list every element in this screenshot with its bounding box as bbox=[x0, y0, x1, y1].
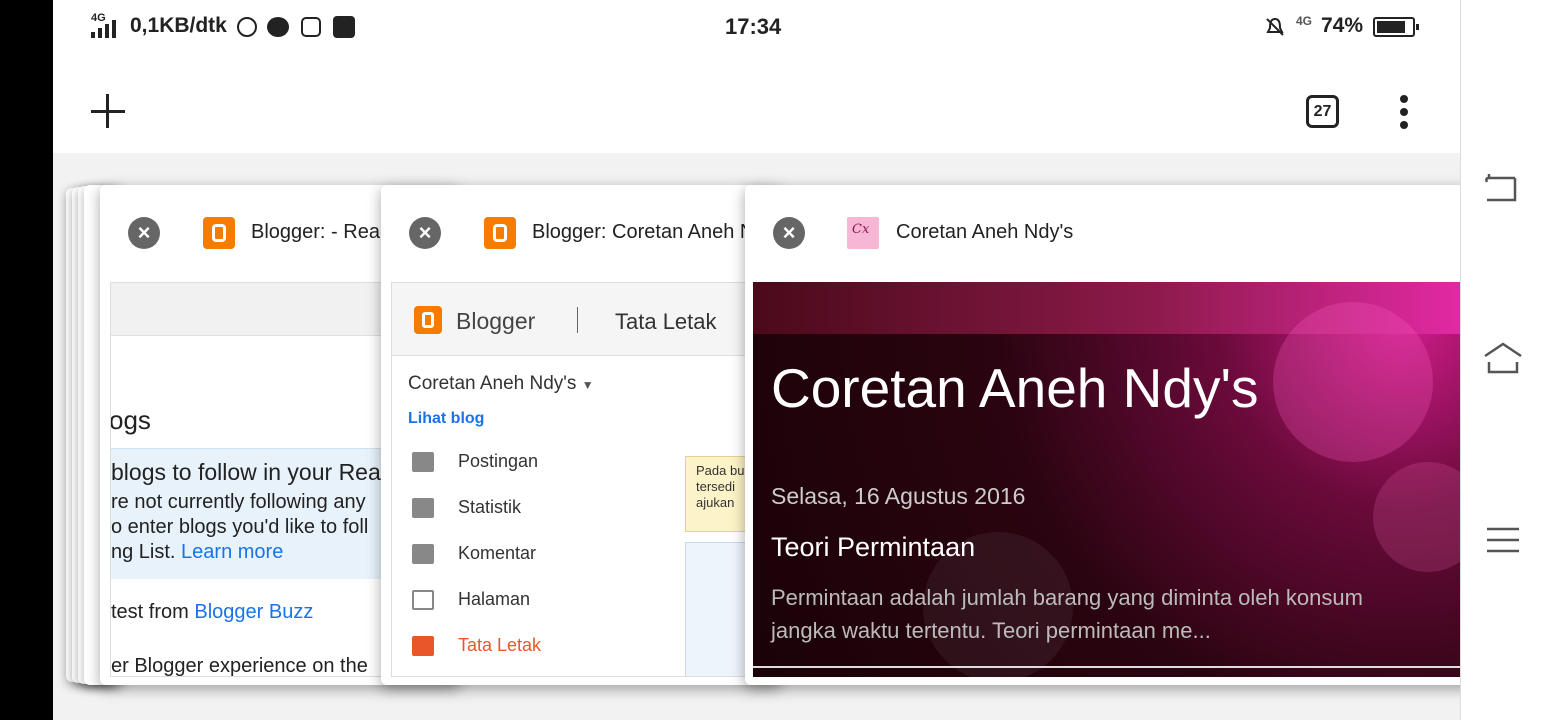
view-blog-link[interactable]: Lihat blog bbox=[408, 410, 484, 428]
navigation-bar bbox=[1460, 0, 1544, 720]
post-date: Selasa, 16 Agustus 2016 bbox=[771, 483, 1026, 509]
tab-preview: Coretan Aneh Ndy's Selasa, 16 Agustus 20… bbox=[753, 282, 1460, 677]
tab-header: × Blogger: Coretan Aneh N bbox=[381, 185, 781, 280]
tab-count-button[interactable]: 27 bbox=[1306, 95, 1339, 128]
close-tab-button[interactable]: × bbox=[128, 217, 160, 249]
blogger-logo-icon bbox=[414, 306, 442, 334]
blogger-buzz-link[interactable]: Blogger Buzz bbox=[194, 601, 313, 623]
blog-title[interactable]: Coretan Aneh Ndy's bbox=[771, 356, 1258, 420]
blog-selector[interactable]: Coretan Aneh Ndy's ▼ bbox=[408, 373, 594, 395]
new-tab-button[interactable] bbox=[91, 94, 127, 130]
tab-card[interactable]: × Blogger: Coretan Aneh N Blogger Tata L… bbox=[381, 185, 781, 685]
bell-off-icon bbox=[1265, 17, 1285, 37]
mail-icon bbox=[333, 16, 355, 38]
line-icon bbox=[267, 17, 289, 37]
comments-icon bbox=[412, 544, 434, 564]
tab-title: Blogger: - Reac bbox=[251, 221, 390, 243]
heading: ogs bbox=[110, 405, 151, 435]
battery-icon bbox=[1373, 17, 1419, 37]
blogger-header: Blogger Tata Letak bbox=[392, 283, 780, 356]
close-tab-button[interactable]: × bbox=[409, 217, 441, 249]
whatsapp-icon bbox=[237, 17, 257, 37]
stats-icon bbox=[412, 498, 434, 518]
blog-favicon-icon: Cx bbox=[847, 217, 879, 249]
tab-preview: Blogger Tata Letak Coretan Aneh Ndy's ▼ … bbox=[391, 282, 781, 677]
signal-icon: 4G bbox=[91, 12, 123, 40]
network-speed: 0,1KB/dtk bbox=[130, 14, 227, 37]
kebab-menu-icon bbox=[1400, 95, 1408, 103]
battery-percent: 74% bbox=[1321, 14, 1364, 37]
close-tab-button[interactable]: × bbox=[773, 217, 805, 249]
bokeh-circle bbox=[1373, 462, 1460, 572]
clock: 17:34 bbox=[725, 14, 782, 39]
home-button[interactable] bbox=[1483, 340, 1523, 376]
screen: 4G 0,1KB/dtk 17:34 4G 74% 27 × Blogger: … bbox=[53, 0, 1460, 720]
tab-header: × Cx Coretan Aneh Ndy's bbox=[745, 185, 1460, 280]
back-icon bbox=[1485, 174, 1517, 202]
tab-card-active[interactable]: × Cx Coretan Aneh Ndy's Coretan Aneh Ndy… bbox=[745, 185, 1460, 685]
back-button[interactable] bbox=[1485, 172, 1521, 204]
post-excerpt-line: Permintaan adalah jumlah barang yang dim… bbox=[771, 585, 1363, 610]
learn-more-link[interactable]: Learn more bbox=[181, 541, 283, 563]
pages-icon bbox=[412, 590, 434, 610]
instagram-icon bbox=[301, 17, 321, 37]
layout-icon bbox=[412, 636, 434, 656]
more-options-button[interactable] bbox=[1396, 95, 1412, 131]
blogger-brand: Blogger bbox=[456, 308, 536, 334]
network-type: 4G bbox=[1296, 14, 1313, 28]
hamburger-icon bbox=[1487, 527, 1519, 553]
dropdown-arrow-icon: ▼ bbox=[581, 378, 594, 392]
tab-title: Blogger: Coretan Aneh N bbox=[532, 221, 755, 243]
tab-title: Coretan Aneh Ndy's bbox=[896, 221, 1074, 243]
post-excerpt-line: jangka waktu tertentu. Teori permintaan … bbox=[771, 618, 1211, 643]
blogger-favicon-icon bbox=[203, 217, 235, 249]
home-icon bbox=[1484, 342, 1522, 374]
menu-button[interactable] bbox=[1485, 526, 1521, 554]
bokeh-circle bbox=[1273, 302, 1433, 462]
posts-icon bbox=[412, 452, 434, 472]
section-title: Tata Letak bbox=[615, 309, 717, 334]
tab-switcher-toolbar: 27 bbox=[53, 58, 1460, 153]
status-bar: 4G 0,1KB/dtk 17:34 4G 74% bbox=[53, 0, 1460, 58]
post-title[interactable]: Teori Permintaan bbox=[771, 532, 975, 563]
blogger-favicon-icon bbox=[484, 217, 516, 249]
